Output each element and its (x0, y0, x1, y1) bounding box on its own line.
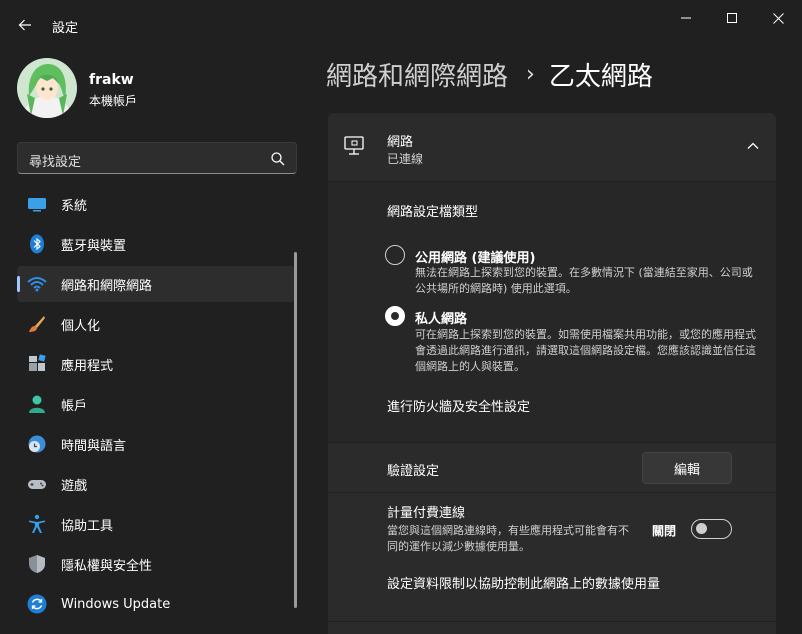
ethernet-icon (344, 136, 364, 155)
sidebar-item-label: 時間與語言 (61, 438, 127, 454)
user-profile[interactable]: frakw 本機帳戶 (17, 58, 287, 120)
gamepad-icon (28, 480, 46, 489)
sidebar-item-network[interactable]: 網路和網際網路 (17, 266, 295, 302)
sidebar-item-label: 系統 (61, 198, 88, 214)
bluetooth-icon (30, 234, 44, 254)
avatar[interactable] (17, 58, 77, 118)
metered-connection-row: 計量付費連線 當您與這個網路連線時，有些應用程式可能會有不同的運作以減少數據使用… (328, 493, 776, 621)
minimize-icon (681, 17, 691, 19)
sidebar-item-accounts[interactable]: 帳戶 (17, 386, 295, 422)
private-network-desc: 可在網路上探索到您的裝置。如需使用檔案共用功能，或您的應用程式會透過此網路進行通… (415, 328, 756, 373)
chevron-up-icon[interactable] (746, 139, 760, 153)
breadcrumb-parent[interactable]: 網路和網際網路 (326, 56, 508, 93)
data-limit-link[interactable]: 設定資料限制以協助控制此網路上的數據使用量 (387, 573, 660, 592)
sidebar-item-time-language[interactable]: 時間與語言 (17, 426, 295, 462)
sidebar-item-label: 隱私權與安全性 (61, 558, 153, 574)
close-button[interactable] (758, 4, 798, 32)
apps-icon (29, 354, 46, 371)
maximize-button[interactable] (712, 4, 752, 32)
edit-button[interactable]: 編輯 (642, 452, 732, 484)
firewall-settings-link[interactable]: 進行防火牆及安全性設定 (387, 396, 530, 415)
sidebar-item-label: 協助工具 (61, 518, 114, 534)
metered-connection-desc: 當您與這個網路連線時，有些應用程式可能會有不同的運作以減少數據使用量。 (387, 524, 629, 553)
network-name: 網路 (387, 135, 414, 150)
search-input[interactable]: 尋找設定 (17, 142, 297, 174)
sidebar-scrollbar[interactable] (294, 252, 297, 608)
maximize-icon (727, 13, 737, 23)
search-icon (271, 152, 285, 166)
close-icon (772, 12, 784, 24)
auth-settings-label: 驗證設定 (387, 464, 440, 479)
update-icon (27, 594, 47, 614)
next-settings-row (328, 622, 776, 634)
auth-settings-row: 驗證設定 編輯 (328, 443, 776, 492)
sidebar-item-windows-update[interactable]: Windows Update (17, 586, 295, 622)
search-placeholder: 尋找設定 (29, 155, 82, 170)
sidebar-item-apps[interactable]: 應用程式 (17, 346, 295, 382)
network-status: 已連線 (387, 152, 424, 166)
sidebar-item-accessibility[interactable]: 協助工具 (17, 506, 295, 542)
sidebar-item-label: 藍牙與裝置 (61, 238, 127, 254)
sidebar-item-gaming[interactable]: 遊戲 (17, 466, 295, 502)
back-button[interactable] (12, 12, 38, 38)
private-network-title: 私人網路 (415, 312, 468, 327)
account-type: 本機帳戶 (89, 94, 138, 108)
back-arrow-icon (18, 19, 31, 31)
toggle-knob (696, 523, 707, 534)
network-profile-section: 網路設定檔類型 公用網路 (建議使用) 無法在網路上探索到您的裝置。在多數情況下… (328, 182, 776, 442)
shield-icon (29, 555, 45, 573)
person-icon (29, 395, 45, 413)
sidebar-nav: 系統 藍牙與裝置 網路和網際網路 個人化 應用程式 帳戶 時間與語言 遊戲 協助… (17, 186, 295, 626)
metered-connection-title: 計量付費連線 (387, 506, 466, 521)
private-network-radio[interactable] (385, 306, 405, 326)
toggle-state-label: 關閉 (652, 524, 677, 538)
metered-connection-toggle[interactable] (691, 519, 732, 539)
sidebar-item-personalization[interactable]: 個人化 (17, 306, 295, 342)
sidebar-item-system[interactable]: 系統 (17, 186, 295, 222)
app-title: 設定 (52, 21, 79, 36)
title-bar: 設定 (0, 0, 802, 48)
sidebar-item-label: Windows Update (61, 596, 171, 612)
breadcrumb-separator: › (526, 62, 535, 87)
minimize-button[interactable] (666, 4, 706, 32)
globe-clock-icon (28, 435, 46, 453)
user-name: frakw (89, 72, 134, 88)
sidebar-item-label: 帳戶 (61, 398, 88, 414)
brush-icon (29, 316, 45, 332)
public-network-title: 公用網路 (建議使用) (415, 251, 536, 266)
public-network-desc: 無法在網路上探索到您的裝置。在多數情況下 (當連結至家用、公司或公共場所的網路時… (415, 266, 753, 295)
sidebar-item-privacy-security[interactable]: 隱私權與安全性 (17, 546, 295, 582)
network-card-header[interactable]: 網路 已連線 (328, 113, 776, 181)
monitor-icon (28, 198, 46, 212)
sidebar-item-label: 個人化 (61, 318, 101, 334)
wifi-icon (27, 277, 47, 292)
accessibility-icon (29, 514, 45, 533)
breadcrumb: 網路和網際網路 › 乙太網路 (326, 56, 653, 93)
page-title: 乙太網路 (548, 62, 653, 92)
public-network-radio[interactable] (385, 245, 405, 265)
sidebar-item-label: 應用程式 (61, 358, 114, 374)
sidebar-item-bluetooth[interactable]: 藍牙與裝置 (17, 226, 295, 262)
sidebar-item-label: 網路和網際網路 (61, 278, 153, 294)
sidebar-item-label: 遊戲 (61, 478, 88, 494)
profile-type-title: 網路設定檔類型 (387, 205, 479, 220)
